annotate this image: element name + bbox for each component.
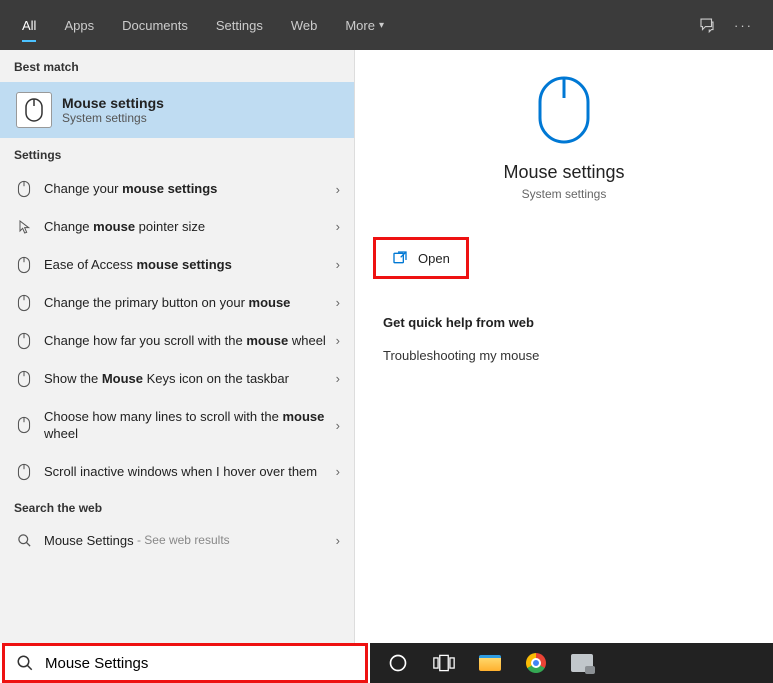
tab-web-label: Web — [291, 18, 318, 33]
result-text: Change the primary button on your mouse — [44, 294, 336, 312]
settings-result[interactable]: Change mouse pointer size› — [0, 208, 354, 246]
mouse-icon — [14, 294, 34, 312]
file-explorer-icon[interactable] — [470, 643, 510, 683]
pointer-icon — [14, 219, 34, 235]
search-scope-tabs: All Apps Documents Settings Web More ▾ ··… — [0, 0, 773, 50]
section-web: Search the web — [0, 491, 354, 523]
chevron-right-icon: › — [336, 464, 340, 479]
result-text: Change your mouse settings — [44, 180, 336, 198]
chevron-right-icon: › — [336, 533, 340, 548]
chevron-down-icon: ▾ — [379, 20, 384, 31]
search-input[interactable] — [45, 655, 365, 672]
tab-settings[interactable]: Settings — [202, 0, 277, 50]
mouse-icon — [14, 463, 34, 481]
cortana-icon[interactable] — [378, 643, 418, 683]
taskbar — [370, 643, 773, 683]
mouse-icon — [14, 332, 34, 350]
chevron-right-icon: › — [336, 257, 340, 272]
chevron-right-icon: › — [336, 333, 340, 348]
tab-settings-label: Settings — [216, 18, 263, 33]
result-text: Change how far you scroll with the mouse… — [44, 332, 336, 350]
section-settings: Settings — [0, 138, 354, 170]
open-button[interactable]: Open — [373, 237, 469, 279]
settings-result[interactable]: Scroll inactive windows when I hover ove… — [0, 453, 354, 491]
mouse-icon — [14, 370, 34, 388]
settings-result[interactable]: Show the Mouse Keys icon on the taskbar› — [0, 360, 354, 398]
tab-all[interactable]: All — [8, 0, 50, 50]
help-header: Get quick help from web — [355, 279, 773, 344]
section-best-match: Best match — [0, 50, 354, 82]
best-match-title: Mouse settings — [62, 95, 164, 111]
detail-title: Mouse settings — [355, 162, 773, 183]
tab-more[interactable]: More ▾ — [331, 0, 398, 50]
settings-result[interactable]: Change how far you scroll with the mouse… — [0, 322, 354, 360]
tab-web[interactable]: Web — [277, 0, 332, 50]
result-text: Show the Mouse Keys icon on the taskbar — [44, 370, 336, 388]
settings-result[interactable]: Choose how many lines to scroll with the… — [0, 398, 354, 453]
best-match-subtitle: System settings — [62, 111, 164, 125]
tab-documents-label: Documents — [122, 18, 188, 33]
tab-apps[interactable]: Apps — [50, 0, 108, 50]
chevron-right-icon: › — [336, 371, 340, 386]
mouse-icon — [16, 92, 52, 128]
result-text: Change mouse pointer size — [44, 218, 336, 236]
web-result-title: Mouse Settings — [44, 533, 134, 548]
result-text: Ease of Access mouse settings — [44, 256, 336, 274]
web-result-sub: - See web results — [134, 533, 230, 547]
result-text: Scroll inactive windows when I hover ove… — [44, 463, 336, 481]
search-icon — [5, 654, 45, 672]
tab-all-label: All — [22, 18, 36, 33]
tab-documents[interactable]: Documents — [108, 0, 202, 50]
feedback-icon[interactable] — [698, 16, 716, 34]
task-view-icon[interactable] — [424, 643, 464, 683]
tab-more-label: More — [345, 18, 375, 33]
chrome-icon[interactable] — [516, 643, 556, 683]
settings-result[interactable]: Change the primary button on your mouse› — [0, 284, 354, 322]
devices-icon[interactable] — [562, 643, 602, 683]
search-box[interactable] — [2, 643, 368, 683]
detail-mouse-icon — [355, 74, 773, 146]
settings-result[interactable]: Change your mouse settings› — [0, 170, 354, 208]
tab-apps-label: Apps — [64, 18, 94, 33]
open-button-label: Open — [418, 251, 450, 266]
results-panel: Best match Mouse settings System setting… — [0, 50, 355, 643]
chevron-right-icon: › — [336, 182, 340, 197]
best-match-result[interactable]: Mouse settings System settings — [0, 82, 354, 138]
web-result[interactable]: Mouse Settings - See web results › — [0, 523, 354, 558]
chevron-right-icon: › — [336, 418, 340, 433]
detail-subtitle: System settings — [355, 187, 773, 201]
result-text: Choose how many lines to scroll with the… — [44, 408, 336, 443]
mouse-icon — [14, 256, 34, 274]
help-item[interactable]: Troubleshooting my mouse — [355, 344, 773, 367]
search-icon — [14, 533, 34, 548]
mouse-icon — [14, 416, 34, 434]
chevron-right-icon: › — [336, 219, 340, 234]
chevron-right-icon: › — [336, 295, 340, 310]
open-icon — [392, 250, 408, 266]
detail-panel: Mouse settings System settings Open Get … — [355, 50, 773, 643]
mouse-icon — [14, 180, 34, 198]
more-options-icon[interactable]: ··· — [734, 18, 753, 33]
settings-result[interactable]: Ease of Access mouse settings› — [0, 246, 354, 284]
